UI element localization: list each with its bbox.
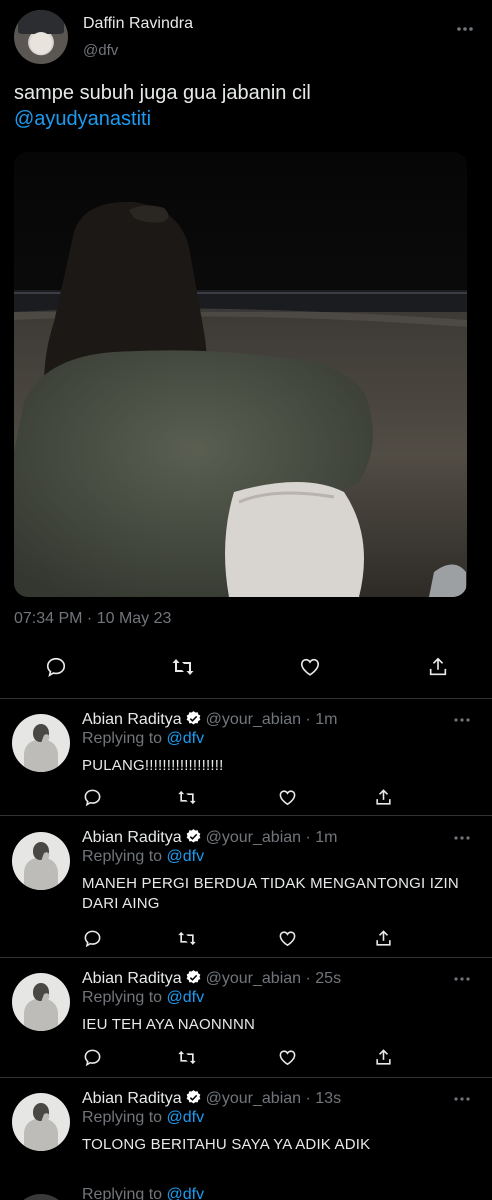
reply-icon[interactable] <box>44 655 68 679</box>
reply-action-bar <box>82 928 392 950</box>
replying-to-link[interactable]: @dfv <box>167 848 205 865</box>
more-options-icon[interactable] <box>453 1090 471 1108</box>
author-avatar[interactable] <box>14 10 68 64</box>
tweet-text: sampe subuh juga gua jabanin cil @ayudya… <box>14 80 474 132</box>
reply-author-name[interactable]: Abian Raditya <box>82 970 182 987</box>
replying-to-label: Replying to <box>82 1186 163 1200</box>
reply-age: 1m <box>315 711 338 728</box>
reply-author-line: Abian Raditya @your_abian · 13s <box>82 1089 342 1107</box>
replying-to-link[interactable]: @dfv <box>167 730 205 747</box>
replying-to-link[interactable]: @dfv <box>167 1109 205 1126</box>
reply-age: 1m <box>315 829 338 846</box>
reply-handle[interactable]: @your_abian <box>206 711 301 728</box>
replying-to: Replying to @dfv <box>82 730 204 748</box>
reply-handle[interactable]: @your_abian <box>206 1090 301 1107</box>
reply-action-bar <box>82 787 392 809</box>
reply-handle[interactable]: @your_abian <box>206 829 301 846</box>
more-options-icon[interactable] <box>453 970 471 988</box>
replying-to-label: Replying to <box>82 848 163 865</box>
verified-icon <box>185 969 202 986</box>
reply-handle[interactable]: @your_abian <box>206 970 301 987</box>
tweet-action-bar <box>0 655 492 685</box>
replying-to: Replying to @dfv <box>82 989 204 1007</box>
reply-icon[interactable] <box>82 928 102 948</box>
like-icon[interactable] <box>277 1047 297 1067</box>
reply-icon[interactable] <box>82 787 102 807</box>
reply-item[interactable]: Abian Raditya @your_abian · 25s Replying … <box>0 959 492 1077</box>
reply-item[interactable]: Abian Raditya @your_abian · 13s Replying … <box>0 1079 492 1184</box>
share-icon[interactable] <box>373 787 393 807</box>
reply-item[interactable]: Abian Raditya @your_abian · 1m Replying t… <box>0 700 492 815</box>
verified-icon <box>185 710 202 727</box>
replying-to-link[interactable]: @dfv <box>167 989 205 1006</box>
reply-text: IEU TEH AYA NAONNNN <box>82 1016 256 1033</box>
reply-icon[interactable] <box>82 1047 102 1067</box>
reply-text: MANEH PERGI BERDUA TIDAK MENGANTONGI IZI… <box>82 875 459 912</box>
reply-avatar[interactable] <box>12 1194 70 1200</box>
main-tweet: Daffin Ravindra @dfv sampe subuh juga gu… <box>0 0 492 700</box>
more-options-icon[interactable] <box>455 19 475 39</box>
divider <box>0 1077 492 1078</box>
reply-age: 25s <box>315 970 342 987</box>
share-icon[interactable] <box>426 655 450 679</box>
share-icon[interactable] <box>373 928 393 948</box>
retweet-icon[interactable] <box>177 928 197 948</box>
tweet-timestamp: 07:34 PM · 10 May 23 <box>14 610 172 627</box>
verified-icon <box>185 828 202 845</box>
reply-avatar[interactable] <box>12 973 70 1031</box>
reply-avatar[interactable] <box>12 832 70 890</box>
share-icon[interactable] <box>373 1047 393 1067</box>
reply-item[interactable]: Abian Raditya @your_abian · 1m Replying t… <box>0 818 492 958</box>
divider <box>0 815 492 816</box>
divider <box>0 698 492 699</box>
reply-avatar[interactable] <box>12 1093 70 1151</box>
retweet-icon[interactable] <box>170 655 196 679</box>
like-icon[interactable] <box>298 655 322 679</box>
replying-to: Replying to @dfv <box>82 848 204 866</box>
replying-to: Replying to @dfv <box>82 1186 204 1200</box>
more-options-icon[interactable] <box>453 711 471 729</box>
reply-author-line: Abian Raditya @your_abian · 25s <box>82 969 342 987</box>
replying-to: Replying to @dfv <box>82 1109 204 1127</box>
reply-author-name[interactable]: Abian Raditya <box>82 1090 182 1107</box>
like-icon[interactable] <box>277 787 297 807</box>
more-options-icon[interactable] <box>453 829 471 847</box>
tweet-text-line: sampe subuh juga gua jabanin cil <box>14 82 311 104</box>
author-name[interactable]: Daffin Ravindra <box>83 15 193 33</box>
mention-link[interactable]: @ayudyanastiti <box>14 106 474 132</box>
reply-text: PULANG!!!!!!!!!!!!!!!!!! <box>82 757 224 774</box>
replying-to-link[interactable]: @dfv <box>167 1186 205 1200</box>
reply-avatar[interactable] <box>12 714 70 772</box>
reply-author-name[interactable]: Abian Raditya <box>82 711 182 728</box>
reply-author-name[interactable]: Abian Raditya <box>82 829 182 846</box>
retweet-icon[interactable] <box>177 787 197 807</box>
reply-item-partial[interactable]: Replying to @dfv <box>0 1184 492 1200</box>
tweet-photo[interactable] <box>14 152 467 597</box>
reply-action-bar <box>82 1047 392 1069</box>
reply-age: 13s <box>315 1090 342 1107</box>
divider <box>0 957 492 958</box>
retweet-icon[interactable] <box>177 1047 197 1067</box>
like-icon[interactable] <box>277 928 297 948</box>
replying-to-label: Replying to <box>82 730 163 747</box>
replying-to-label: Replying to <box>82 989 163 1006</box>
reply-text: TOLONG BERITAHU SAYA YA ADIK ADIK <box>82 1136 371 1153</box>
author-handle[interactable]: @dfv <box>83 42 118 59</box>
reply-author-line: Abian Raditya @your_abian · 1m <box>82 710 338 728</box>
reply-author-line: Abian Raditya @your_abian · 1m <box>82 828 338 846</box>
verified-icon <box>185 1089 202 1106</box>
replying-to-label: Replying to <box>82 1109 163 1126</box>
